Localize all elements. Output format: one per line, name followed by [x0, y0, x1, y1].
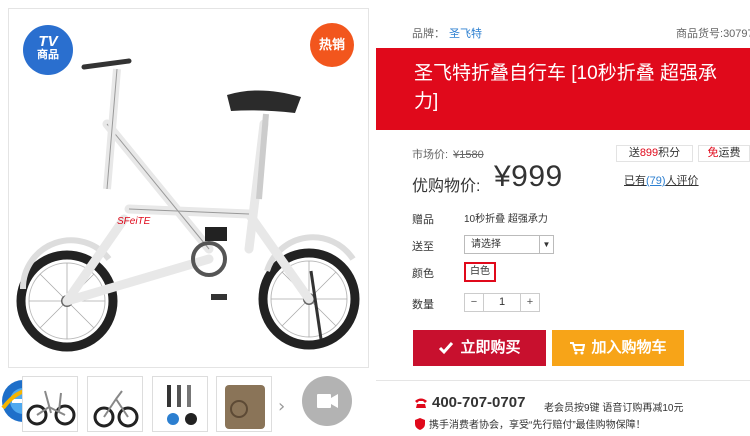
quantity-input[interactable]: 1 — [484, 293, 520, 312]
quantity-label: 数量 — [412, 299, 434, 311]
sku-value: 307977 — [723, 28, 750, 40]
brand-row: 品牌： 圣飞特 — [412, 25, 482, 41]
thumbnail-bike-folded[interactable] — [87, 376, 143, 432]
bike-side-thumb-icon — [26, 390, 76, 426]
price-value: ¥999 — [494, 160, 563, 193]
brand-link[interactable]: 圣飞特 — [449, 28, 482, 40]
phone-icon — [415, 398, 427, 408]
ship-to-label: 送至 — [412, 241, 434, 253]
hot-sale-badge: 热销 — [310, 23, 354, 67]
price-label: 优购物价: — [412, 178, 481, 195]
bike-bag-thumb-icon — [225, 385, 265, 429]
ship-to-placeholder: 请选择 — [471, 239, 501, 250]
points-suffix: 积分 — [658, 147, 681, 159]
reviews-suffix: 人评价 — [665, 175, 699, 187]
add-to-cart-button[interactable]: 加入购物车 — [552, 330, 684, 366]
ship-to-select[interactable]: 请选择 ▼ — [464, 235, 554, 254]
reviews-count: (79) — [646, 175, 666, 187]
reviews-prefix: 已有 — [624, 175, 646, 187]
hotline-number: 400-707-0707 — [432, 394, 526, 411]
sku-label: 商品货号: — [676, 28, 724, 40]
shield-icon — [415, 418, 425, 430]
thumbnail-bike-side[interactable] — [22, 376, 78, 432]
thumbnail-next-arrow[interactable]: › — [278, 396, 285, 417]
thumbnail-strip: › — [0, 374, 370, 436]
buy-now-button[interactable]: 立即购买 — [413, 330, 546, 366]
thumbnail-accessories[interactable] — [152, 376, 208, 432]
brand-label: 品牌： — [412, 28, 445, 40]
market-price-value: ¥1580 — [453, 149, 484, 161]
tv-badge-line2: 商品 — [37, 49, 59, 61]
bike-folded-thumb-icon — [93, 390, 139, 428]
color-label: 颜色 — [412, 268, 434, 280]
video-camera-icon — [317, 394, 338, 408]
market-price-row: 市场价: ¥1580 — [412, 146, 484, 162]
free-shipping-tag: 免运费 — [698, 145, 750, 162]
product-title: 圣飞特折叠自行车 [10秒折叠 超强承力] — [376, 48, 750, 130]
points-tag: 送899积分 — [616, 145, 693, 162]
divider — [376, 380, 750, 381]
checkmark-icon — [439, 342, 454, 355]
tv-product-badge: TV 商品 — [23, 25, 73, 75]
buy-now-label: 立即购买 — [460, 339, 521, 356]
sku-row: 商品货号:307977 — [676, 25, 750, 41]
video-play-button[interactable] — [302, 376, 352, 426]
accessories-thumb-icon — [167, 385, 197, 425]
tv-badge-line1: TV — [38, 33, 58, 50]
protection-text: 携手消费者协会，享受“先行赔付”最佳购物保障！ — [429, 420, 646, 431]
points-value: 899 — [639, 147, 659, 159]
gift-label: 赠品 — [412, 214, 434, 226]
freeship-prefix: 免 — [707, 147, 719, 159]
freeship-suffix: 运费 — [718, 147, 741, 159]
quantity-decrease-button[interactable]: − — [464, 293, 484, 312]
gift-value: 10秒折叠 超强承力 — [464, 214, 548, 225]
cart-icon — [570, 342, 586, 355]
color-option-white[interactable]: 白色 — [464, 262, 496, 282]
add-to-cart-label: 加入购物车 — [591, 339, 667, 356]
protection-row: 携手消费者协会，享受“先行赔付”最佳购物保障！ — [414, 416, 646, 431]
hotline-note: 老会员按9键 语音订购再减10元 — [544, 403, 684, 414]
reviews-link[interactable]: 已有(79)人评价 — [624, 172, 699, 188]
thumbnail-bike-bag[interactable] — [216, 376, 272, 432]
bike-brand-text: SFeiTE — [117, 216, 151, 227]
main-product-image[interactable]: SFeiTE TV 商品 热销 — [8, 8, 369, 368]
product-info-panel: 品牌： 圣飞特 商品货号:307977 圣飞特折叠自行车 [10秒折叠 超强承力]… — [376, 0, 750, 436]
market-price-label: 市场价: — [412, 149, 449, 161]
quantity-increase-button[interactable]: + — [520, 293, 540, 312]
points-prefix: 送 — [628, 147, 640, 159]
hotline-row: 400-707-0707 — [414, 394, 525, 411]
chevron-down-icon: ▼ — [539, 236, 553, 253]
